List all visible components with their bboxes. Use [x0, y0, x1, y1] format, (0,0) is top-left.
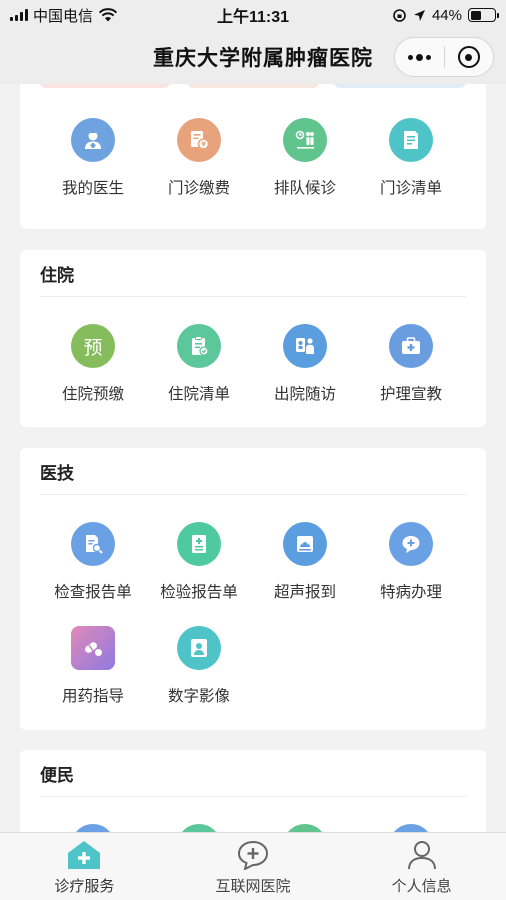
tab-online-hospital[interactable]: 互联网医院 — [169, 833, 338, 900]
signal-icon — [10, 9, 28, 21]
section-title: 住院 — [40, 265, 74, 285]
section-title: 便民 — [40, 765, 74, 785]
medical-service-icon — [66, 839, 102, 871]
queue-label: 排队候诊 — [273, 180, 336, 197]
tab-profile-label: 个人信息 — [391, 878, 452, 895]
special-disease-item[interactable]: 特病办理 — [356, 522, 466, 602]
tab-medical-service[interactable]: 诊疗服务 — [0, 833, 169, 900]
inpatient-prepay-item[interactable]: 预 住院预缴 — [38, 324, 148, 404]
outpatient-list-label: 门诊清单 — [379, 180, 442, 197]
lab-report-label: 检验报告单 — [160, 584, 238, 601]
prepay-icon: 预 — [71, 324, 115, 368]
tab-bar: 诊疗服务 互联网医院 个人信息 — [0, 832, 506, 900]
my-doctor-label: 我的医生 — [61, 180, 124, 197]
digital-imaging-label: 数字影像 — [167, 688, 230, 705]
lab-report-item[interactable]: 检验报告单 — [144, 522, 254, 602]
banner-tile-3[interactable] — [334, 84, 466, 88]
miniprogram-capsule — [394, 37, 494, 77]
carrier-name: 中国电信 — [33, 7, 94, 25]
pill-icon — [71, 626, 115, 670]
tab-online-hospital-label: 互联网医院 — [215, 878, 291, 895]
convenience-icon-4[interactable] — [389, 824, 433, 832]
followup-icon — [283, 324, 327, 368]
special-disease-label: 特病办理 — [379, 584, 442, 601]
list-icon — [389, 118, 433, 162]
inpatient-list-item[interactable]: 住院清单 — [144, 324, 254, 404]
content-area[interactable]: 我的医生 ¥ 门诊缴费 排队候诊 门诊清单 住院 预 住院预缴 住院清单 出院随… — [0, 84, 506, 832]
wifi-icon — [98, 8, 118, 22]
ultrasound-icon — [283, 522, 327, 566]
target-icon — [457, 46, 480, 68]
nursing-education-item[interactable]: 护理宣教 — [356, 324, 466, 404]
tab-profile[interactable]: 个人信息 — [337, 833, 506, 900]
chat-plus-icon — [389, 522, 433, 566]
nav-bar: 重庆大学附属肿瘤医院 — [0, 30, 506, 84]
online-hospital-icon — [235, 839, 271, 871]
convenience-icon-2[interactable] — [177, 824, 221, 832]
queue-icon — [283, 118, 327, 162]
inpatient-prepay-label: 住院预缴 — [61, 386, 124, 403]
convenience-icon-3[interactable] — [283, 824, 327, 832]
medication-guide-label: 用药指导 — [61, 688, 124, 705]
inpatient-list-label: 住院清单 — [167, 386, 230, 403]
medtech-card: 医技 检查报告单 检验报告单 超声报到 特病办理 用药指导 数字影像 — [20, 448, 486, 730]
payment-icon: ¥ — [177, 118, 221, 162]
exam-report-label: 检查报告单 — [54, 584, 132, 601]
location-icon — [413, 9, 425, 21]
ultrasound-checkin-label: 超声报到 — [273, 584, 336, 601]
doctor-icon — [71, 118, 115, 162]
outpatient-payment-item[interactable]: ¥ 门诊缴费 — [144, 118, 254, 198]
battery-icon — [468, 8, 499, 22]
more-button[interactable] — [395, 38, 444, 76]
banner-tile-2[interactable] — [187, 84, 319, 88]
exam-report-icon — [71, 522, 115, 566]
status-bar: 中国电信 上午11:31 44% — [0, 0, 506, 30]
queue-item[interactable]: 排队候诊 — [250, 118, 360, 198]
outpatient-list-item[interactable]: 门诊清单 — [356, 118, 466, 198]
convenience-icon-1[interactable] — [71, 824, 115, 832]
svg-text:¥: ¥ — [201, 141, 206, 149]
discharge-followup-label: 出院随访 — [273, 386, 336, 403]
convenience-card: 便民 — [20, 750, 486, 832]
battery-percent: 44% — [431, 6, 462, 24]
outpatient-card: 我的医生 ¥ 门诊缴费 排队候诊 门诊清单 — [20, 84, 486, 229]
lab-report-icon — [177, 522, 221, 566]
my-doctor-item[interactable]: 我的医生 — [38, 118, 148, 198]
outpatient-payment-label: 门诊缴费 — [167, 180, 230, 197]
section-title: 医技 — [40, 463, 74, 483]
medication-guide-item[interactable]: 用药指导 — [38, 626, 148, 706]
medkit-icon — [389, 324, 433, 368]
clock: 上午11:31 — [216, 9, 290, 26]
banner-tile-1[interactable] — [40, 84, 170, 88]
exam-report-item[interactable]: 检查报告单 — [38, 522, 148, 602]
more-dots-icon — [407, 53, 431, 61]
tab-medical-service-label: 诊疗服务 — [54, 878, 115, 895]
checklist-icon — [177, 324, 221, 368]
close-miniprogram-button[interactable] — [445, 38, 494, 76]
ultrasound-checkin-item[interactable]: 超声报到 — [250, 522, 360, 602]
inpatient-card: 住院 预 住院预缴 住院清单 出院随访 护理宣教 — [20, 250, 486, 427]
orientation-lock-icon — [393, 8, 406, 22]
nursing-education-label: 护理宣教 — [379, 386, 442, 403]
imaging-icon — [177, 626, 221, 670]
profile-icon — [404, 839, 440, 871]
discharge-followup-item[interactable]: 出院随访 — [250, 324, 360, 404]
digital-imaging-item[interactable]: 数字影像 — [144, 626, 254, 706]
